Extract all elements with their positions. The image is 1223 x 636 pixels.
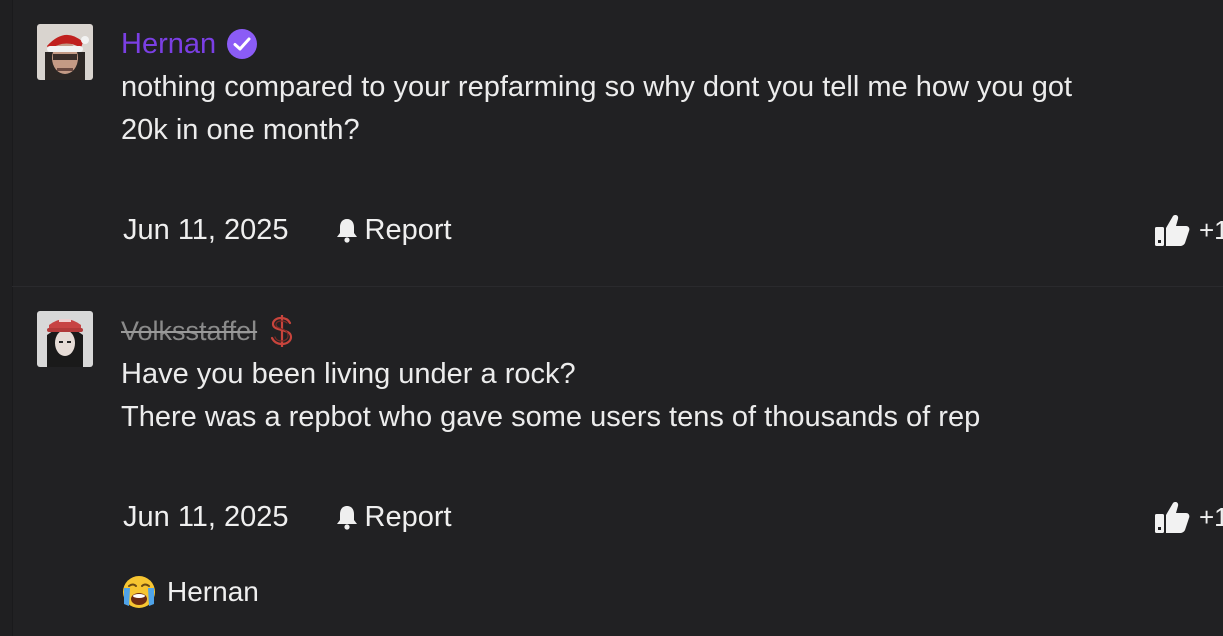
upvote-button[interactable]: +1 bbox=[1153, 210, 1223, 250]
comment-body-line: 20k in one month? bbox=[121, 114, 360, 146]
santa-hat-avatar bbox=[37, 24, 93, 80]
upvote-button[interactable]: +1 bbox=[1153, 497, 1223, 537]
dollar-icon bbox=[267, 313, 297, 349]
username[interactable]: Hernan bbox=[121, 26, 216, 62]
bell-icon bbox=[333, 216, 361, 244]
comment-meta: Jun 11, 2025 Report bbox=[123, 210, 452, 250]
red-cap-avatar bbox=[37, 311, 93, 367]
author-row: Hernan bbox=[121, 26, 258, 62]
comment-meta: Jun 11, 2025 Report bbox=[123, 497, 452, 537]
comment-thread: Hernan nothing compared to your repfarmi… bbox=[0, 0, 1223, 636]
comment: Hernan nothing compared to your repfarmi… bbox=[12, 0, 1223, 286]
comment-body-line: Have you been living under a rock? bbox=[121, 358, 576, 390]
reaction[interactable]: Hernan bbox=[121, 572, 259, 612]
report-label: Report bbox=[364, 213, 452, 246]
comment-date: Jun 11, 2025 bbox=[123, 500, 289, 533]
comment-body: nothing compared to your repfarming so w… bbox=[121, 66, 1207, 152]
report-button[interactable]: Report bbox=[333, 501, 452, 534]
loudly-crying-face-icon bbox=[121, 574, 157, 610]
vote-count: +1 bbox=[1199, 501, 1223, 532]
avatar[interactable] bbox=[37, 24, 93, 80]
bell-icon bbox=[333, 503, 361, 531]
comment-date: Jun 11, 2025 bbox=[123, 213, 289, 246]
vote-count: +1 bbox=[1199, 214, 1223, 245]
thumbs-up-icon bbox=[1153, 499, 1191, 535]
report-button[interactable]: Report bbox=[333, 214, 452, 247]
author-row: Volksstaffel bbox=[121, 313, 297, 349]
comment: Volksstaffel Have you been living under … bbox=[12, 287, 1223, 636]
comment-body-line: nothing compared to your repfarming so w… bbox=[121, 71, 1073, 103]
thumbs-up-icon bbox=[1153, 212, 1191, 248]
comment-body-line: There was a repbot who gave some users t… bbox=[121, 401, 981, 433]
username[interactable]: Volksstaffel bbox=[121, 313, 257, 349]
reaction-user: Hernan bbox=[167, 576, 259, 607]
verified-icon bbox=[226, 28, 258, 60]
report-label: Report bbox=[364, 500, 452, 533]
avatar[interactable] bbox=[37, 311, 93, 367]
comment-body: Have you been living under a rock? There… bbox=[121, 353, 1207, 439]
